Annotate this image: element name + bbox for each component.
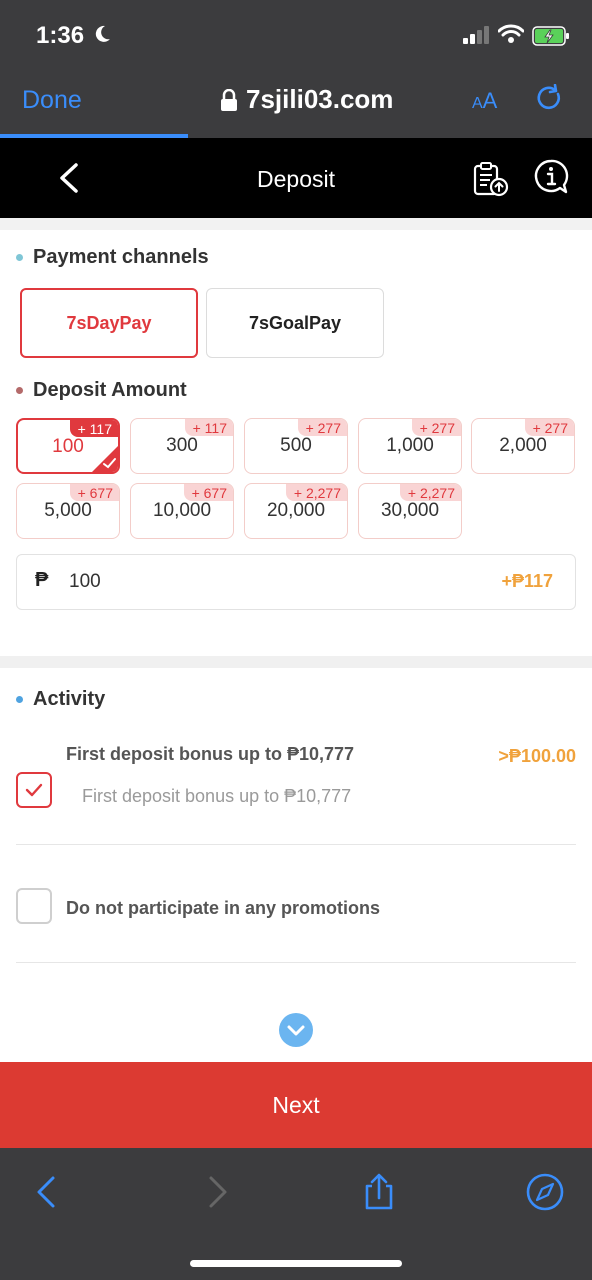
browser-bar: Done 7sjili03.com AA: [0, 70, 592, 138]
promo-subtitle: First deposit bonus up to ₱10,777: [82, 786, 352, 806]
battery-icon: [532, 26, 569, 46]
amount-value: 30,000: [380, 500, 440, 521]
divider: [16, 962, 576, 963]
status-bar: 1:36: [0, 0, 592, 70]
amount-option-100[interactable]: + 117 100: [16, 418, 120, 474]
bonus-badge: + 677: [69, 484, 119, 501]
section-spacer: [0, 656, 592, 668]
amount-option-500[interactable]: + 277 500: [244, 418, 348, 474]
wifi-icon: [498, 24, 524, 43]
url-text: 7sjili03.com: [246, 84, 394, 114]
bonus-badge: + 277: [297, 419, 347, 436]
home-indicator[interactable]: [190, 1260, 402, 1267]
browser-forward-icon[interactable]: [196, 1172, 236, 1212]
deposit-form: Payment channels 7sDayPay 7sGoalPay Depo…: [0, 218, 592, 1062]
bonus-badge: + 117: [69, 420, 118, 437]
divider: [16, 844, 576, 845]
section-dot: [16, 696, 23, 703]
section-dot: [16, 254, 23, 261]
amount-value: 500: [280, 435, 312, 456]
amount-value: 20,000: [266, 500, 326, 521]
amount-option-10000[interactable]: + 677 10,000: [130, 483, 234, 539]
amount-value: 5,000: [44, 500, 92, 521]
deposit-amount-heading: Deposit Amount: [16, 379, 187, 402]
amount-value: 2,000: [499, 435, 547, 456]
browser-back-icon[interactable]: [28, 1172, 68, 1212]
status-time: 1:36: [36, 22, 85, 49]
app-header: Deposit: [0, 138, 592, 218]
bonus-badge: + 117: [184, 419, 233, 436]
reload-icon[interactable]: [536, 84, 564, 114]
currency-symbol: ₱: [35, 569, 49, 591]
amount-value: 1,000: [386, 435, 434, 456]
url-bar[interactable]: 7sjili03.com: [220, 84, 393, 115]
no-promo-checkbox[interactable]: [16, 888, 52, 924]
amount-option-1000[interactable]: + 277 1,000: [358, 418, 462, 474]
help-icon[interactable]: [532, 158, 570, 196]
channel-7sgoalpay[interactable]: 7sGoalPay: [206, 288, 384, 358]
amount-option-20000[interactable]: + 2,277 20,000: [244, 483, 348, 539]
share-icon[interactable]: [359, 1172, 399, 1212]
next-button[interactable]: Next: [0, 1062, 592, 1148]
amount-option-2000[interactable]: + 277 2,000: [471, 418, 575, 474]
promo-title: First deposit bonus up to ₱10,777: [66, 744, 355, 764]
promo-amount: >₱100.00: [498, 746, 576, 766]
compass-icon[interactable]: [525, 1172, 565, 1212]
amount-option-30000[interactable]: + 2,277 30,000: [358, 483, 462, 539]
lock-icon: [221, 88, 237, 111]
bonus-badge: + 2,277: [399, 484, 461, 501]
amount-option-300[interactable]: + 117 300: [130, 418, 234, 474]
amount-option-5000[interactable]: + 677 5,000: [16, 483, 120, 539]
checkmark-icon: [25, 783, 43, 797]
bonus-badge: + 677: [183, 484, 233, 501]
bonus-badge: + 2,277: [285, 484, 347, 501]
bonus-badge: + 277: [411, 419, 461, 436]
section-dot: [16, 387, 23, 394]
activity-heading: Activity: [16, 688, 105, 711]
payment-channels-heading: Payment channels: [16, 246, 209, 269]
signal-icon: [463, 26, 489, 44]
no-promo-label: Do not participate in any promotions: [66, 898, 381, 918]
amount-value: 300: [166, 435, 198, 456]
amount-input[interactable]: ₱ 100 +₱117: [16, 554, 576, 610]
amount-value: 10,000: [152, 500, 212, 521]
section-spacer: [0, 218, 592, 230]
bonus-badge: + 277: [524, 419, 574, 436]
selected-check-icon: [92, 446, 118, 472]
expand-down-icon[interactable]: [278, 1012, 314, 1048]
deposit-records-icon[interactable]: [472, 160, 510, 198]
promo-checkbox[interactable]: [16, 772, 52, 808]
channel-7sdaypay[interactable]: 7sDayPay: [20, 288, 198, 358]
text-size-button[interactable]: AA: [472, 88, 497, 114]
moon-icon: [95, 25, 110, 42]
bonus-preview: +₱117: [501, 571, 553, 591]
browser-toolbar: [0, 1148, 592, 1280]
amount-input-value: 100: [69, 571, 101, 592]
done-button[interactable]: Done: [22, 86, 82, 115]
